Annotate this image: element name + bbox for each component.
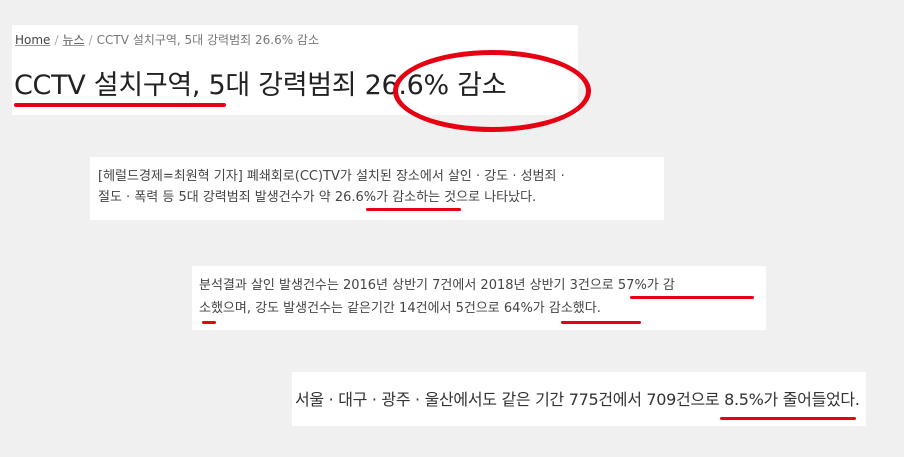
- breadcrumb-home-link[interactable]: Home: [15, 33, 50, 47]
- paragraph-1-line-1: [헤럴드경제=최원혁 기자] 폐쇄회로(CC)TV가 설치된 장소에서 살인 ·…: [98, 169, 565, 184]
- underline-mark: [366, 208, 461, 211]
- title-underline-mark: [14, 103, 226, 107]
- paragraph-1-line-2: 절도 · 폭력 등 5대 강력범죄 발생건수가 약 26.6%가 감소하는 것으…: [98, 190, 537, 205]
- paragraph-panel-3: 서울 · 대구 · 광주 · 울산에서도 같은 기간 775건에서 709건으로…: [292, 372, 866, 426]
- paragraph-2: 분석결과 살인 발생건수는 2016년 상반기 7건에서 2018년 상반기 3…: [199, 274, 675, 320]
- breadcrumb-news-link[interactable]: 뉴스: [62, 33, 84, 47]
- paragraph-3: 서울 · 대구 · 광주 · 울산에서도 같은 기간 775건에서 709건으로…: [295, 390, 860, 409]
- breadcrumb-current: CCTV 설치구역, 5대 강력범죄 26.6% 감소: [96, 33, 320, 47]
- paragraph-2-line-2: 소했으며, 강도 발생건수는 같은기간 14건에서 5건으로 64%가 감소했다…: [199, 301, 601, 316]
- highlight-circle: [393, 50, 591, 132]
- breadcrumb: Home / 뉴스 / CCTV 설치구역, 5대 강력범죄 26.6% 감소: [15, 31, 319, 48]
- paragraph-panel-1: [헤럴드경제=최원혁 기자] 폐쇄회로(CC)TV가 설치된 장소에서 살인 ·…: [90, 157, 664, 220]
- paragraph-1: [헤럴드경제=최원혁 기자] 폐쇄회로(CC)TV가 설치된 장소에서 살인 ·…: [98, 166, 565, 208]
- underline-mark: [630, 296, 754, 299]
- underline-mark: [561, 321, 641, 324]
- underline-mark: [202, 321, 216, 324]
- breadcrumb-separator: /: [54, 33, 59, 47]
- breadcrumb-separator: /: [88, 33, 93, 47]
- underline-mark: [720, 417, 856, 420]
- paragraph-2-line-1: 분석결과 살인 발생건수는 2016년 상반기 7건에서 2018년 상반기 3…: [199, 278, 675, 293]
- paragraph-panel-2: 분석결과 살인 발생건수는 2016년 상반기 7건에서 2018년 상반기 3…: [192, 266, 766, 330]
